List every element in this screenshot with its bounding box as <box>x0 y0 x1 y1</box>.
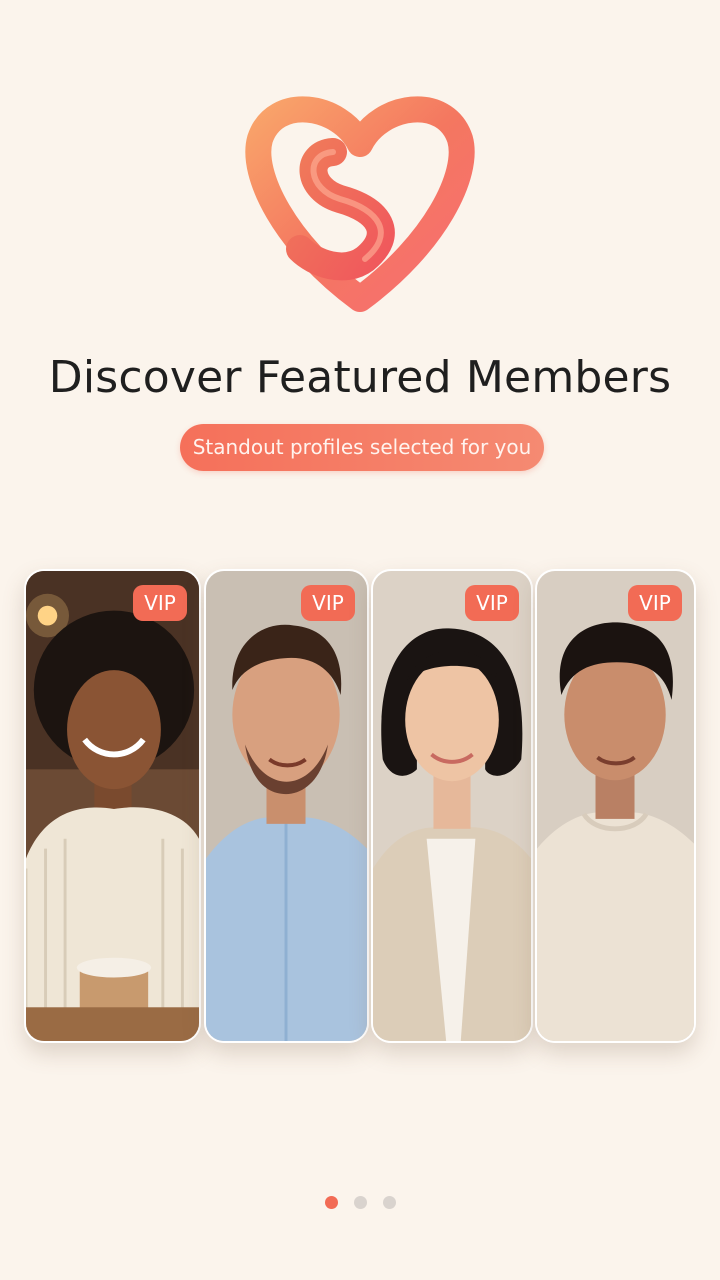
app-logo-icon <box>245 96 475 312</box>
page-title: Discover Featured Members <box>48 352 672 403</box>
avatar <box>26 571 199 1041</box>
avatar <box>537 571 694 1041</box>
profile-card[interactable]: VIP <box>24 569 201 1043</box>
avatar <box>206 571 367 1041</box>
vip-badge: VIP <box>301 585 355 621</box>
page-dot-active[interactable] <box>324 1196 338 1209</box>
vip-badge: VIP <box>133 585 187 621</box>
profile-card[interactable]: VIP <box>204 569 369 1043</box>
vip-badge: VIP <box>628 585 682 621</box>
page-dot[interactable] <box>353 1196 367 1209</box>
profile-card[interactable]: VIP <box>535 569 696 1043</box>
profile-card[interactable]: VIP <box>371 569 533 1043</box>
page-dot[interactable] <box>382 1196 396 1209</box>
page-indicator <box>0 1196 720 1212</box>
vip-badge: VIP <box>465 585 519 621</box>
avatar <box>373 571 531 1041</box>
featured-profiles: VIP VIP VIP VIP <box>24 569 696 1043</box>
subtitle-pill: Standout profiles selected for you <box>180 424 544 471</box>
